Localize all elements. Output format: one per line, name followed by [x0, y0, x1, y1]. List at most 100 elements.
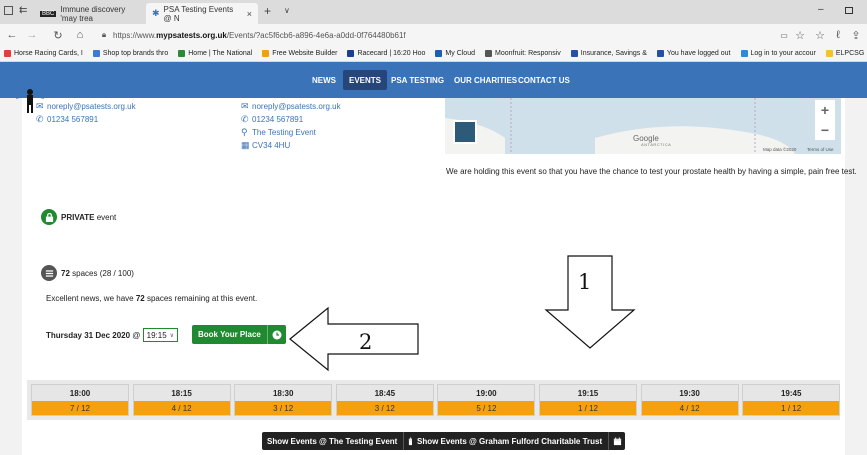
contact-right: ✉ noreply@psatests.org.uk ✆ 01234 567891 ⚲… — [241, 100, 341, 152]
favorite-item[interactable]: Home | The National — [178, 50, 252, 57]
favorite-item[interactable]: Racecard | 16:20 Hoo — [347, 50, 425, 57]
time-slot-time: 19:45 — [743, 385, 840, 401]
favorite-site-icon — [435, 50, 443, 57]
time-slot-time: 19:30 — [641, 385, 738, 401]
favorite-label: Moonfruit: Responsiv — [495, 50, 561, 57]
contact-email-link[interactable]: noreply@psatests.org.uk — [47, 102, 136, 111]
favorite-label: Shop top brands thro — [102, 50, 169, 57]
venue-phone-link[interactable]: 01234 567891 — [252, 115, 303, 124]
favorite-label: Insurance, Savings & — [580, 50, 647, 57]
email-icon: ✉ — [36, 101, 44, 111]
book-your-place-button[interactable]: Book Your Place — [192, 325, 286, 344]
nav-events[interactable]: EVENTS — [343, 70, 388, 90]
contact-phone-link[interactable]: 01234 567891 — [47, 115, 98, 124]
calendar-icon — [608, 432, 625, 450]
new-tab-button[interactable]: + — [264, 4, 271, 18]
map-data-label: Map data ©2020 — [763, 147, 797, 152]
spaces-message-prefix: Excellent news, we have — [46, 294, 136, 303]
venue-postcode-link[interactable]: CV34 4HU — [252, 141, 290, 150]
favorite-item[interactable]: Shop top brands thro — [92, 50, 169, 57]
venue-email-link[interactable]: noreply@psatests.org.uk — [252, 102, 341, 111]
favorite-item[interactable]: ELPCSG — [825, 50, 865, 57]
favorite-item[interactable]: Log in to your accour — [740, 50, 816, 57]
favorite-item[interactable]: Insurance, Savings & — [570, 50, 647, 57]
tab-actions-icon[interactable] — [4, 6, 13, 15]
spaces-message-suffix: spaces remaining at this event. — [144, 294, 258, 303]
map-satellite-toggle[interactable] — [453, 120, 477, 144]
time-slot-capacity: 4 / 12 — [641, 401, 738, 415]
time-slot-capacity: 1 / 12 — [540, 401, 636, 415]
address-bar-row: ← → ↻ ⌂ 🔒︎ https://www. mypsatests.org.uk… — [0, 24, 867, 47]
url-prefix: https://www. — [113, 30, 157, 40]
time-slot-card[interactable]: 19:00 5 / 12 — [437, 384, 536, 416]
favorite-label: You have logged out — [666, 50, 731, 57]
time-slot-card[interactable]: 19:30 4 / 12 — [640, 384, 739, 416]
favorite-item[interactable]: Free Website Builder — [262, 50, 337, 57]
booking-row: Thursday 31 Dec 2020 @ 19:15 ∨ — [46, 326, 179, 344]
close-tab-icon[interactable]: × — [247, 9, 252, 19]
url-path: /Events/?ac5f6cb6-a896-4e6a-a0dd-0f76448… — [226, 30, 406, 40]
time-select[interactable]: 19:15 ∨ — [142, 328, 179, 342]
pen-icon[interactable]: ℓ — [830, 27, 846, 43]
favorite-site-icon — [262, 50, 270, 57]
restore-icon[interactable] — [845, 7, 853, 14]
spaces-summary-text: spaces (28 / 100) — [69, 269, 134, 278]
site-nav-bar: NEWS EVENTS PSA TESTING OUR CHARITIES CO… — [0, 62, 867, 98]
map-zoom-in-button[interactable]: + — [815, 100, 835, 120]
refresh-icon[interactable]: ↻ — [50, 27, 66, 43]
favorite-label: Horse Racing Cards, I — [14, 50, 83, 57]
nav-contact-us[interactable]: CONTACT US — [512, 70, 576, 90]
annotation-arrow-1 — [544, 255, 636, 349]
spaces-count: 72 — [61, 269, 70, 278]
map-zoom-out-button[interactable]: − — [815, 120, 835, 140]
show-events-charity-button[interactable]: Show Events @ Graham Fulford Charitable … — [412, 432, 626, 450]
time-slot-time: 18:00 — [32, 385, 128, 401]
tab-psa-events[interactable]: ✱ PSA Testing Events @ N × — [146, 3, 258, 24]
favorite-item[interactable]: Moonfruit: Responsiv — [485, 50, 561, 57]
favorite-label: ELPCSG — [835, 50, 865, 57]
forward-arrow-icon[interactable]: → — [24, 27, 40, 43]
map-marker-icon: ⚲ — [241, 127, 248, 137]
show-events-testing-event-button[interactable]: Show Events @ The Testing Event — [262, 432, 421, 450]
favorite-item[interactable]: Horse Racing Cards, I — [4, 50, 83, 57]
map-region-label: ANTARCTICA — [641, 142, 672, 147]
tab-immune-discovery[interactable]: BBC Immune discovery 'may trea — [34, 3, 144, 24]
time-slot-capacity: 1 / 12 — [743, 401, 840, 415]
favorites-list-icon[interactable]: ☆ — [812, 27, 828, 43]
nav-psa-testing[interactable]: PSA TESTING — [385, 70, 450, 90]
time-slot-card[interactable]: 18:45 3 / 12 — [335, 384, 434, 416]
contact-left: ✉ noreply@psatests.org.uk ✆ 01234 567891 — [36, 100, 136, 126]
time-slot-time: 18:15 — [133, 385, 230, 401]
share-icon[interactable]: ⇪ — [848, 27, 864, 43]
favorite-star-icon[interactable]: ☆ — [792, 27, 808, 43]
home-icon[interactable]: ⌂ — [72, 27, 88, 43]
map-icon: ▦ — [241, 140, 250, 150]
annotation-label-1: 1 — [578, 270, 592, 294]
news-site-icon: BBC — [40, 10, 57, 17]
event-map[interactable]: + − Google ANTARCTICA Map data ©2020 Ter… — [445, 98, 841, 154]
nav-news[interactable]: NEWS — [306, 70, 342, 90]
list-icon — [41, 265, 57, 281]
map-terms-link[interactable]: Terms of Use — [807, 147, 834, 152]
time-slot-card[interactable]: 19:15 1 / 12 — [539, 384, 637, 416]
time-slot-capacity: 5 / 12 — [438, 401, 535, 415]
tab-list-chevron-icon[interactable]: ∨ — [284, 6, 290, 15]
favorites-bar: Horse Racing Cards, I Shop top brands thr… — [0, 46, 867, 62]
time-slot-card[interactable]: 18:15 4 / 12 — [132, 384, 231, 416]
back-arrow-icon[interactable]: ← — [4, 27, 20, 43]
reading-view-icon[interactable]: ▭ — [776, 27, 792, 43]
event-description: We are holding this event so that you ha… — [446, 167, 857, 176]
time-slot-capacity: 4 / 12 — [133, 401, 230, 415]
minimize-icon[interactable]: – — [818, 4, 824, 15]
time-slot-card[interactable]: 19:45 1 / 12 — [742, 384, 841, 416]
venue-name-link[interactable]: The Testing Event — [252, 128, 316, 137]
booking-at: @ — [130, 330, 143, 340]
favorite-site-icon — [4, 50, 11, 57]
tab-back-icon[interactable]: ⇇ — [19, 5, 27, 16]
time-slot-card[interactable]: 18:30 3 / 12 — [234, 384, 333, 416]
show-events-venue-label: Show Events @ The Testing Event — [267, 436, 398, 446]
favorite-item[interactable]: You have logged out — [656, 50, 731, 57]
time-slot-card[interactable]: 18:00 7 / 12 — [31, 384, 129, 416]
url-field[interactable]: https://www. mypsatests.org.uk/Events/?ac… — [113, 28, 773, 42]
favorite-item[interactable]: My Cloud — [435, 50, 475, 57]
